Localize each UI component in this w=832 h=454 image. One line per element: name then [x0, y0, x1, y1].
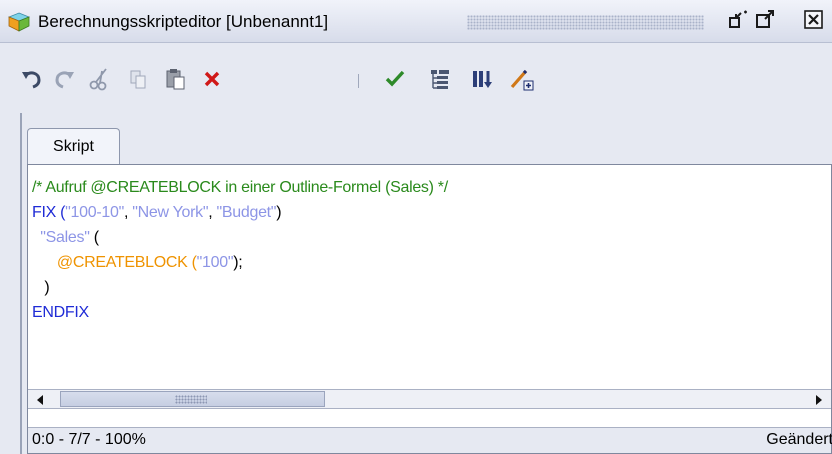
code-token: ) — [276, 204, 282, 221]
code-token: , — [123, 204, 133, 221]
title-drag-grip[interactable] — [467, 15, 704, 30]
code-line[interactable]: /* Aufruf @CREATEBLOCK in einer Outline-… — [32, 175, 822, 200]
code-token: ( — [89, 229, 99, 246]
script-editor[interactable]: /* Aufruf @CREATEBLOCK in einer Outline-… — [27, 164, 832, 454]
code-area[interactable]: /* Aufruf @CREATEBLOCK in einer Outline-… — [32, 175, 822, 325]
code-line[interactable]: @CREATEBLOCK ("100"); — [32, 250, 822, 275]
code-line[interactable]: FIX ("100-10", "New York", "Budget") — [32, 200, 822, 225]
toolbar — [0, 43, 832, 113]
horizontal-scrollbar[interactable] — [28, 389, 831, 409]
code-token: "New York" — [132, 204, 209, 221]
close-icon[interactable] — [803, 9, 825, 31]
code-token: ) — [32, 279, 50, 296]
cut-icon[interactable] — [86, 65, 114, 93]
redo-icon[interactable] — [50, 65, 78, 93]
title-bar: Berechnungsskripteditor [Unbenannt1] — [0, 0, 832, 43]
outline-icon[interactable] — [426, 65, 454, 93]
code-token: "100-10" — [65, 204, 124, 221]
code-token: "Sales" — [40, 229, 90, 246]
modified-status: Geändert — [766, 431, 832, 448]
insert-formula-icon[interactable] — [508, 65, 536, 93]
scroll-left-icon[interactable] — [30, 391, 50, 408]
code-token: @CREATEBLOCK ( — [56, 254, 197, 271]
window-title: Berechnungsskripteditor [Unbenannt1] — [38, 12, 329, 31]
code-line[interactable]: ) — [32, 275, 822, 300]
maximize-icon[interactable] — [755, 9, 777, 31]
validate-icon[interactable] — [381, 65, 409, 93]
code-line[interactable]: ENDFIX — [32, 300, 822, 325]
undo-icon[interactable] — [18, 65, 46, 93]
code-token: ); — [233, 254, 243, 271]
code-line[interactable]: "Sales" ( — [32, 225, 822, 250]
cursor-position: 0:0 - 7/7 - 100% — [32, 431, 146, 448]
scroll-right-icon[interactable] — [809, 391, 829, 408]
app-cube-icon — [7, 12, 31, 32]
copy-icon[interactable] — [124, 65, 152, 93]
scrollbar-thumb[interactable] — [60, 391, 325, 407]
paste-icon[interactable] — [162, 65, 190, 93]
code-token: "Budget" — [216, 204, 277, 221]
tab-script[interactable]: Skript — [27, 128, 120, 165]
scrollbar-grip — [175, 395, 207, 404]
code-token: /* Aufruf @CREATEBLOCK in einer Outline-… — [32, 179, 448, 196]
code-token: "100" — [196, 254, 234, 271]
minimize-restore-icon[interactable] — [728, 9, 750, 31]
code-token: , — [208, 204, 217, 221]
code-token: ENDFIX — [32, 304, 89, 321]
toolbar-separator — [358, 74, 359, 88]
status-bar: 0:0 - 7/7 - 100% Geändert — [28, 427, 832, 453]
code-token: FIX ( — [32, 204, 66, 221]
columns-icon[interactable] — [468, 65, 496, 93]
delete-icon[interactable] — [198, 65, 226, 93]
panel-frame — [20, 113, 22, 454]
